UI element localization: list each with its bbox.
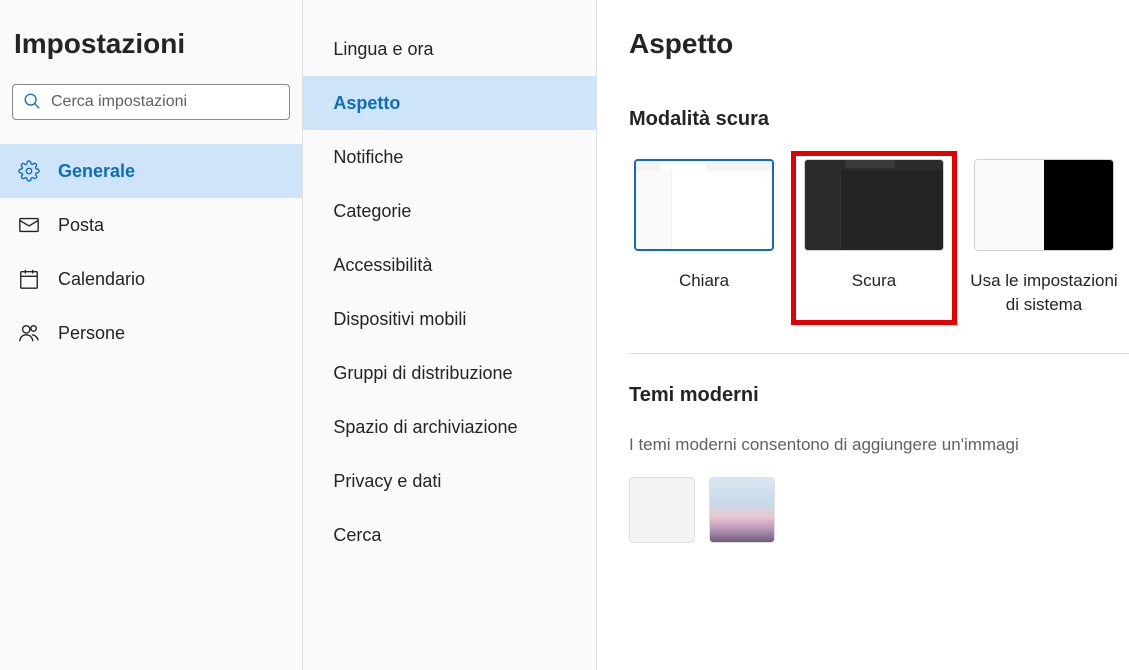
subnav-label: Notifiche	[333, 147, 403, 168]
mode-preview-dark	[804, 159, 944, 251]
sidebar-item-posta[interactable]: Posta	[0, 198, 302, 252]
themes-row	[629, 477, 1129, 543]
mode-option-light[interactable]: Chiara	[629, 159, 779, 317]
subnav-item-notifiche[interactable]: Notifiche	[303, 130, 596, 184]
subnav-item-accessibilita[interactable]: Accessibilità	[303, 238, 596, 292]
subnav-item-privacy[interactable]: Privacy e dati	[303, 454, 596, 508]
settings-title: Impostazioni	[0, 28, 302, 84]
calendar-icon	[18, 268, 40, 290]
search-input[interactable]	[51, 93, 279, 111]
dark-mode-section-title: Modalità scura	[629, 108, 1129, 131]
subnav-item-spazio[interactable]: Spazio di archiviazione	[303, 400, 596, 454]
subnav-label: Spazio di archiviazione	[333, 417, 517, 438]
subnav-label: Categorie	[333, 201, 411, 222]
subnav-item-cerca[interactable]: Cerca	[303, 508, 596, 562]
subnav-label: Privacy e dati	[333, 471, 441, 492]
people-icon	[18, 322, 40, 344]
mode-preview-light	[634, 159, 774, 251]
mode-preview-system	[974, 159, 1114, 251]
subnav-item-gruppi[interactable]: Gruppi di distribuzione	[303, 346, 596, 400]
themes-section-title: Temi moderni	[629, 384, 1129, 407]
subnav-label: Lingua e ora	[333, 39, 433, 60]
mode-label: Scura	[852, 269, 896, 293]
theme-tile-default[interactable]	[629, 477, 695, 543]
subnav-item-aspetto[interactable]: Aspetto	[303, 76, 596, 130]
sidebar-item-label: Persone	[58, 323, 125, 344]
subnav-item-dispositivi[interactable]: Dispositivi mobili	[303, 292, 596, 346]
sidebar-item-label: Calendario	[58, 269, 145, 290]
page-title: Aspetto	[629, 28, 1129, 60]
mode-label: Chiara	[679, 269, 729, 293]
sidebar-item-label: Generale	[58, 161, 135, 182]
subnav-label: Aspetto	[333, 93, 400, 114]
theme-tile-mountain[interactable]	[709, 477, 775, 543]
subnav-item-lingua[interactable]: Lingua e ora	[303, 22, 596, 76]
mode-label: Usa le impostazioni di sistema	[970, 269, 1117, 317]
mail-icon	[18, 214, 40, 236]
mode-option-system[interactable]: Usa le impostazioni di sistema	[969, 159, 1119, 317]
sidebar-item-calendario[interactable]: Calendario	[0, 252, 302, 306]
gear-icon	[18, 160, 40, 182]
subnav-label: Cerca	[333, 525, 381, 546]
sidebar-item-label: Posta	[58, 215, 104, 236]
sidebar-item-generale[interactable]: Generale	[0, 144, 302, 198]
mode-option-dark[interactable]: Scura	[799, 159, 949, 317]
sidebar-item-persone[interactable]: Persone	[0, 306, 302, 360]
subnav-item-categorie[interactable]: Categorie	[303, 184, 596, 238]
themes-description: I temi moderni consentono di aggiungere …	[629, 435, 1129, 455]
subnav-label: Dispositivi mobili	[333, 309, 466, 330]
dark-mode-options: Chiara Scura Usa le impostazioni di sist…	[629, 159, 1129, 354]
search-box[interactable]	[12, 84, 290, 120]
subnav-label: Accessibilità	[333, 255, 432, 276]
subnav-label: Gruppi di distribuzione	[333, 363, 512, 384]
search-icon	[23, 92, 41, 113]
